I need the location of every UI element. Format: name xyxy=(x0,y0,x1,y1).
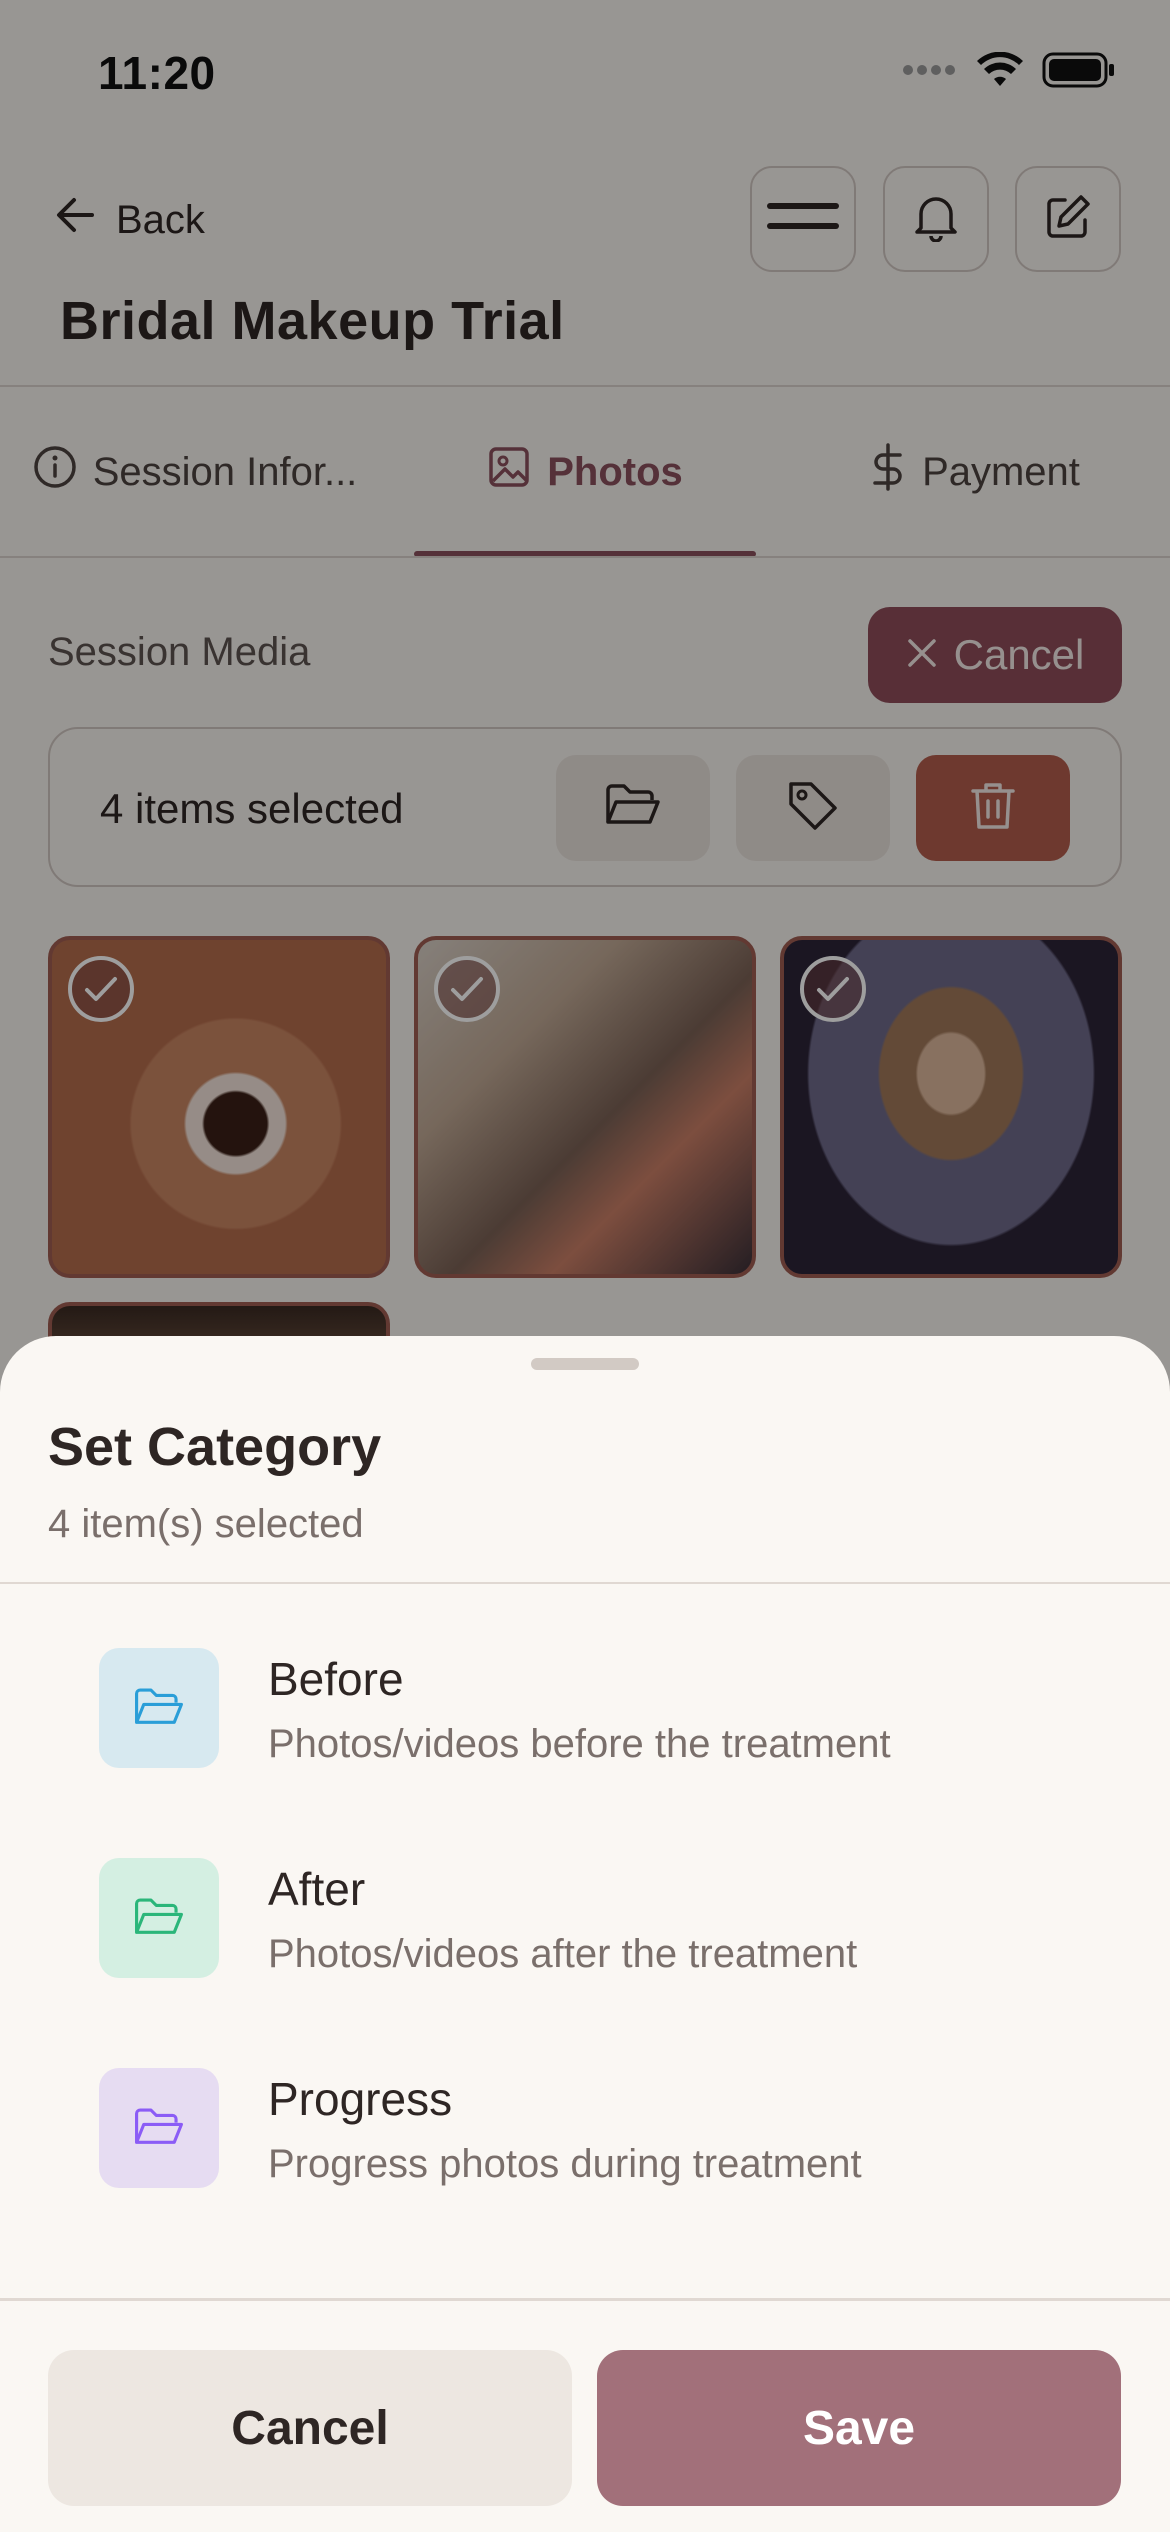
option-description: Photos/videos after the treatment xyxy=(268,1932,858,1976)
sheet-footer-divider xyxy=(0,2298,1170,2301)
option-title: Before xyxy=(268,1653,404,1705)
folder-open-icon xyxy=(99,1858,219,1978)
session-screen: 11:20 Back Bridal Makeup Trial Session I… xyxy=(0,0,1170,2532)
option-description: Progress photos during treatment xyxy=(268,2142,862,2186)
sheet-divider xyxy=(0,1582,1170,1584)
save-button[interactable]: Save xyxy=(597,2350,1121,2506)
category-option-progress[interactable]: Progress Progress photos during treatmen… xyxy=(0,2068,1170,2228)
option-title: Progress xyxy=(268,2073,453,2125)
category-option-after[interactable]: After Photos/videos after the treatment xyxy=(0,1858,1170,2018)
sheet-title: Set Category xyxy=(48,1417,382,1477)
sheet-handle[interactable] xyxy=(531,1358,639,1370)
option-description: Photos/videos before the treatment xyxy=(268,1722,891,1766)
cancel-button[interactable]: Cancel xyxy=(48,2350,572,2506)
sheet-subtitle: 4 item(s) selected xyxy=(48,1502,364,1546)
folder-open-icon xyxy=(99,2068,219,2188)
category-option-before[interactable]: Before Photos/videos before the treatmen… xyxy=(0,1648,1170,1808)
option-title: After xyxy=(268,1863,366,1915)
folder-open-icon xyxy=(99,1648,219,1768)
set-category-sheet: Set Category 4 item(s) selected Before P… xyxy=(0,1336,1170,2532)
